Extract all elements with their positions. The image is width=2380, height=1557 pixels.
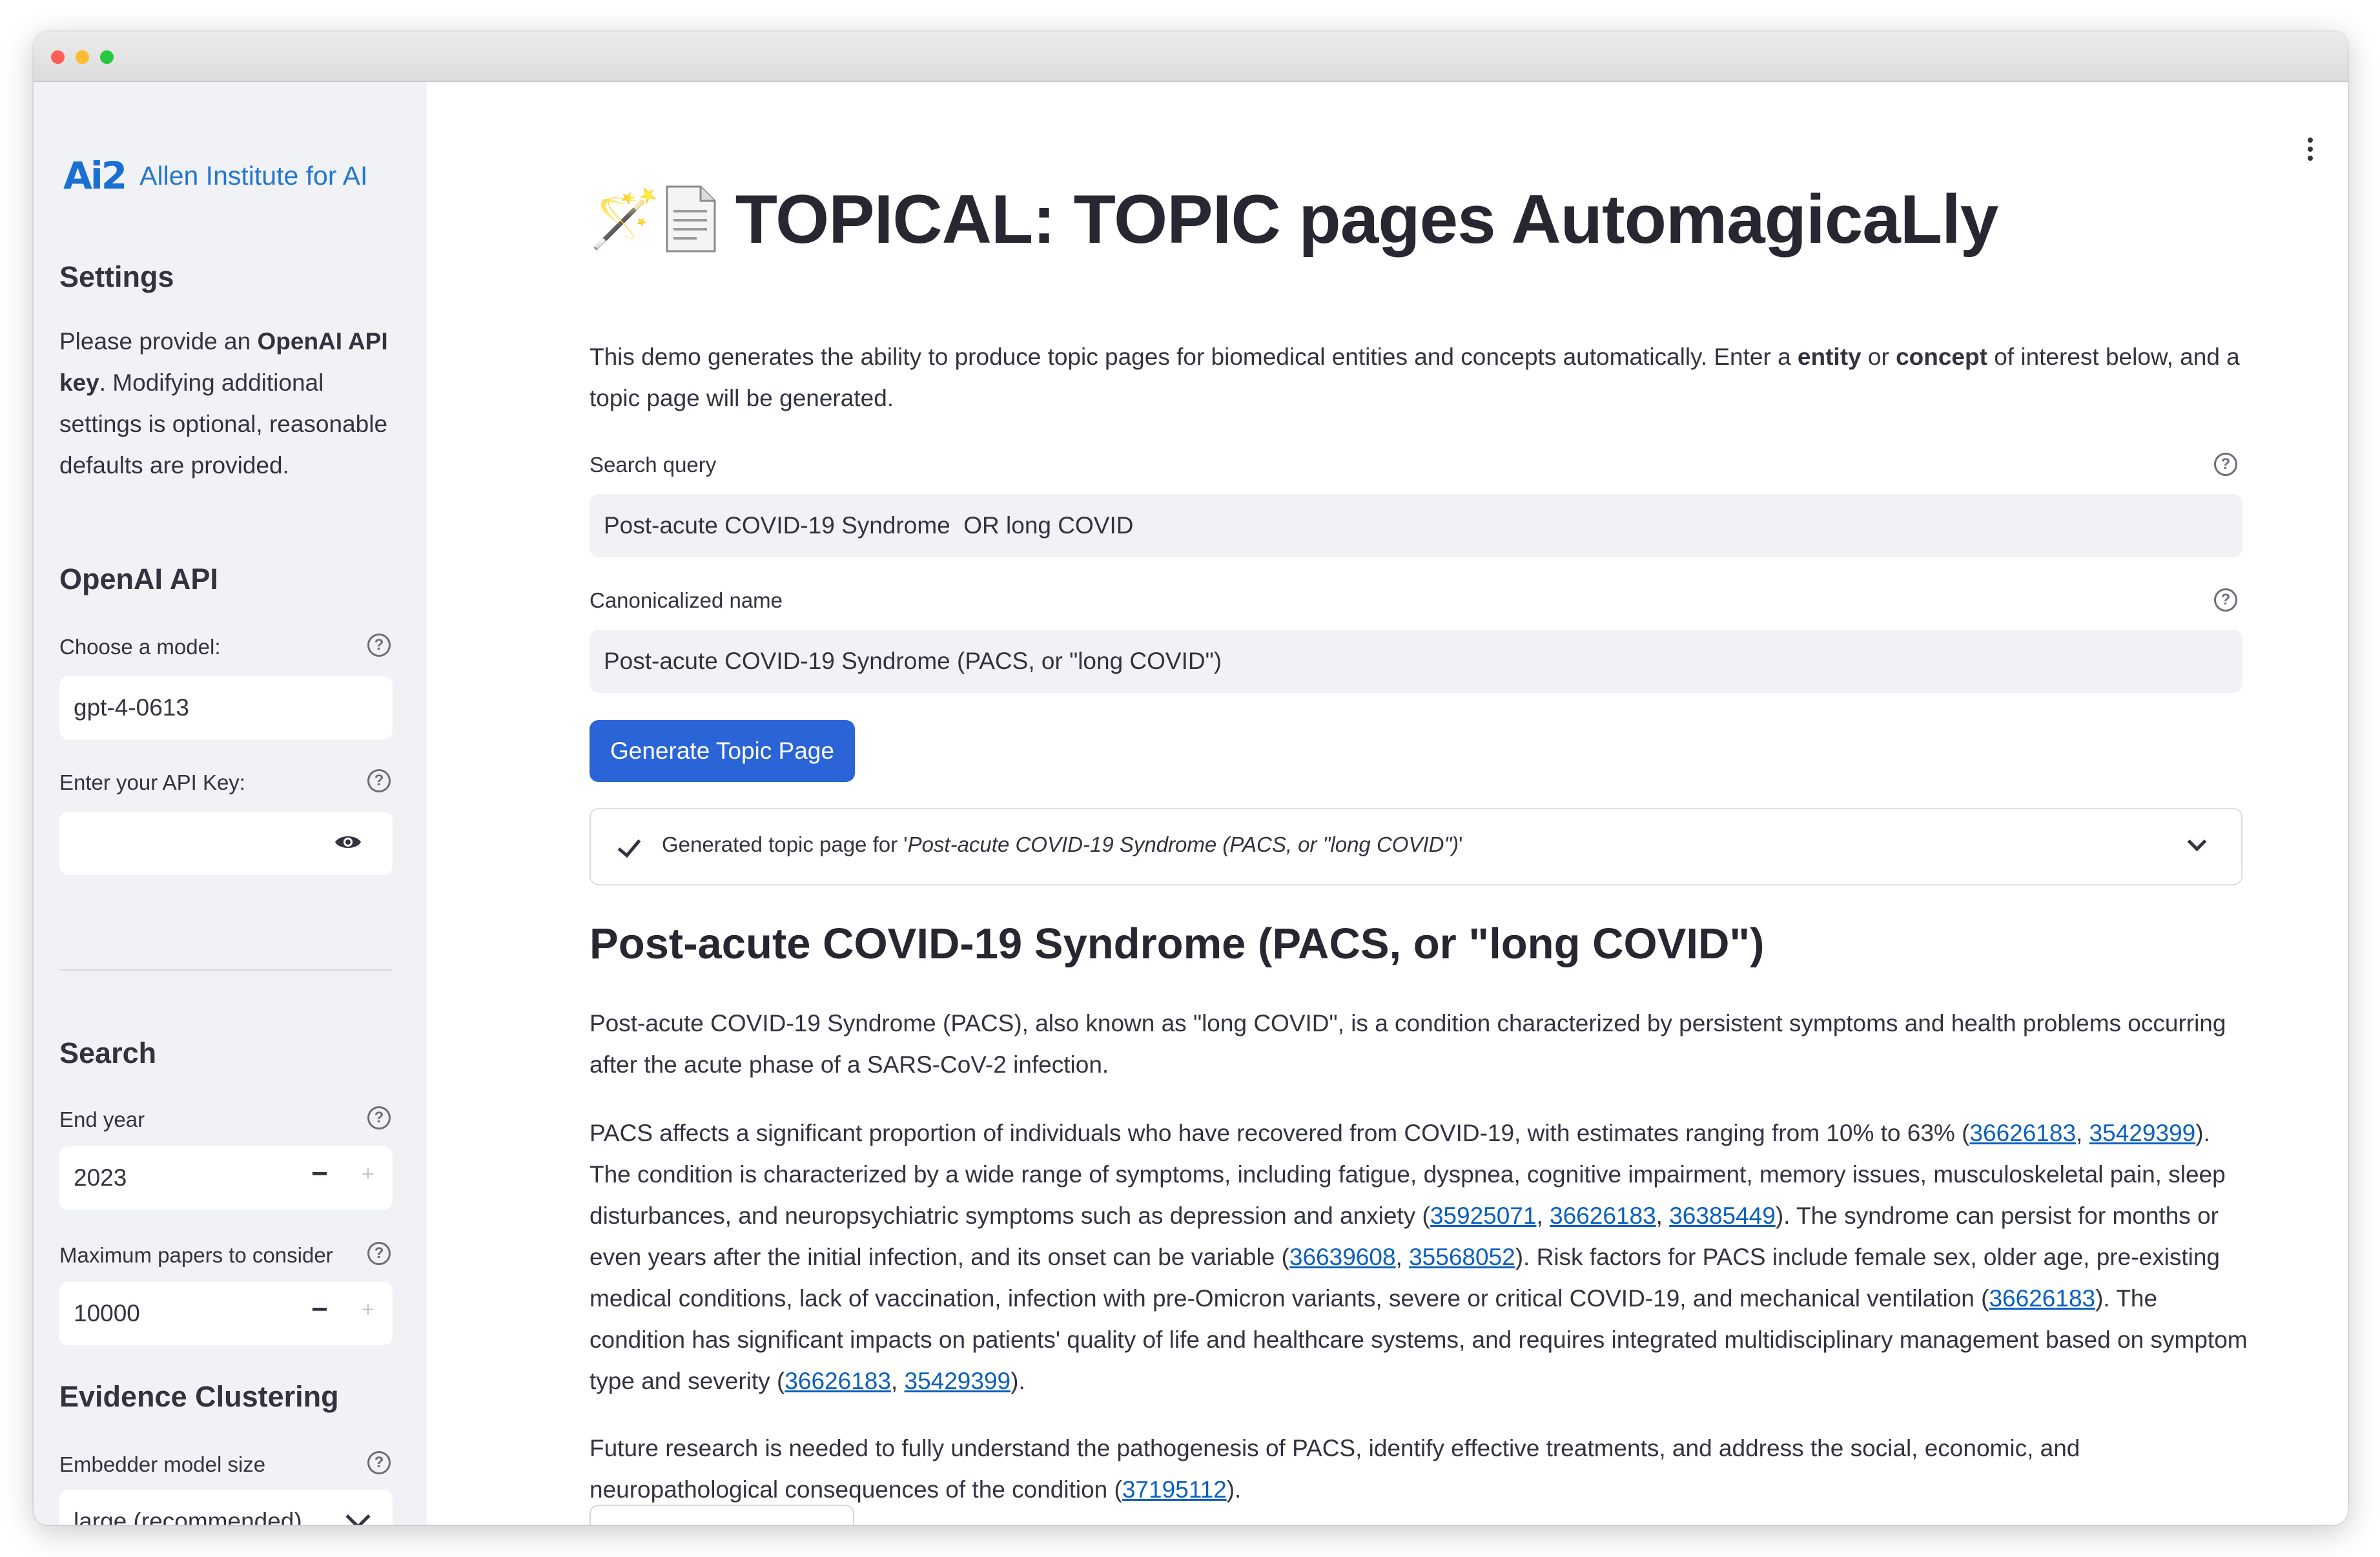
generated-topic-expander[interactable]: Generated topic page for 'Post-acute COV… [590,808,2242,885]
api-key-label: Enter your API Key: [59,770,245,794]
end-year-input[interactable]: 2023 [59,1146,393,1210]
para-text: PACS affects a significant proportion of… [590,1120,1970,1146]
expander-suffix: ' [1459,832,1463,856]
title-row: 🪄 TOPICAL: TOPIC pages AutomagicaLly [590,179,1998,259]
end-year-decrement-button[interactable]: − [311,1158,328,1190]
pubmed-link[interactable]: 36385449 [1669,1202,1776,1229]
show-password-eye-icon[interactable] [334,833,362,851]
document-icon [666,185,716,253]
openai-api-heading: OpenAI API [59,562,218,595]
pubmed-link[interactable]: 36626183 [1550,1202,1656,1229]
expander-prefix: Generated topic page for ' [662,832,908,856]
check-icon [617,833,641,858]
max-papers-increment-button[interactable]: + [362,1297,374,1323]
pubmed-link[interactable]: 35568052 [1409,1244,1515,1270]
settings-desc-text: Please provide an [59,328,258,355]
sidebar: Ai2 Allen Institute for AI Settings Plea… [34,82,427,1525]
chevron-down-icon [2187,832,2207,852]
search-heading: Search [59,1036,157,1069]
magic-wand-icon: 🪄 [590,186,661,251]
expander-label: Generated topic page for 'Post-acute COV… [662,832,1462,857]
logo-mark: Ai2 [63,154,127,198]
page-title: TOPICAL: TOPIC pages AutomagicaLly [735,180,1999,258]
canonicalized-name-label: Canonicalized name [590,588,783,612]
end-year-increment-button[interactable]: + [362,1162,374,1187]
intro-text: This demo generates the ability to produ… [590,336,2255,419]
model-label: Choose a model: [59,635,221,659]
end-year-value: 2023 [74,1164,127,1191]
generate-topic-page-button[interactable]: Generate Topic Page [590,720,855,782]
intro-bold-concept: concept [1896,344,1987,370]
pubmed-link[interactable]: 37195112 [1122,1476,1227,1503]
para-text: ). [1226,1476,1242,1503]
intro-text-2: or [1861,344,1896,370]
expander-topic-name: Post-acute COVID-19 Syndrome (PACS, or "… [907,832,1459,856]
max-papers-input[interactable]: 10000 [59,1282,393,1345]
close-window-button[interactable] [51,50,65,64]
window-titlebar [34,32,2348,82]
para-sep: , [1395,1244,1410,1270]
para-sep: , [1536,1202,1550,1229]
topic-paragraph-2: PACS affects a significant proportion of… [590,1113,2255,1402]
settings-desc-text-2: . Modifying additional settings is optio… [59,369,388,479]
pubmed-link[interactable]: 35429399 [2089,1120,2196,1146]
api-key-input[interactable] [59,812,393,875]
pubmed-link[interactable]: 36626183 [785,1368,891,1394]
intro-bold-entity: entity [1797,344,1862,370]
para-sep: , [2076,1120,2089,1146]
sidebar-divider [59,969,393,971]
search-query-help-icon[interactable]: ? [2214,453,2237,476]
canonicalized-name-input[interactable]: Post-acute COVID-19 Syndrome (PACS, or "… [590,630,2242,693]
max-papers-decrement-button[interactable]: − [311,1294,328,1326]
logo-text: Allen Institute for AI [139,160,368,191]
search-query-label: Search query [590,453,717,477]
para-text: ). [1010,1368,1025,1394]
model-input[interactable]: gpt-4-0613 [59,676,393,739]
model-help-icon[interactable]: ? [367,634,391,657]
pubmed-link[interactable]: 36639608 [1289,1244,1396,1270]
evidence-clustering-heading: Evidence Clustering [59,1380,339,1413]
embedder-label: Embedder model size [59,1452,266,1476]
zoom-window-button[interactable] [100,50,114,64]
para-sep: , [1656,1202,1670,1229]
embedder-value: large (recommended) [74,1508,302,1525]
ai2-logo[interactable]: Ai2 Allen Institute for AI [63,153,367,198]
pubmed-link[interactable]: 36626183 [1989,1285,2095,1312]
browser-window: Ai2 Allen Institute for AI Settings Plea… [34,32,2348,1525]
end-year-label: End year [59,1108,145,1131]
download-topic-page-button[interactable]: Download topic page [590,1505,854,1525]
api-key-help-icon[interactable]: ? [367,769,391,792]
topic-paragraph-3: Future research is needed to fully under… [590,1428,2255,1511]
minimize-window-button[interactable] [76,50,89,64]
chevron-down-icon [345,1504,371,1525]
end-year-help-icon[interactable]: ? [367,1106,391,1129]
para-text: Future research is needed to fully under… [590,1435,2080,1503]
topic-heading: Post-acute COVID-19 Syndrome (PACS, or "… [590,920,1765,968]
intro-text-1: This demo generates the ability to produ… [590,344,1798,370]
main-content: 🪄 TOPICAL: TOPIC pages AutomagicaLly Thi… [427,82,2348,1525]
pubmed-link[interactable]: 36626183 [1969,1120,2076,1146]
canonicalized-name-help-icon[interactable]: ? [2214,588,2237,612]
pubmed-link[interactable]: 35429399 [905,1368,1011,1394]
settings-description: Please provide an OpenAI API key. Modify… [59,321,395,486]
settings-heading: Settings [59,260,174,293]
max-papers-help-icon[interactable]: ? [367,1242,391,1265]
max-papers-label: Maximum papers to consider [59,1243,333,1267]
embedder-select[interactable]: large (recommended) [59,1490,393,1525]
topic-paragraph-1: Post-acute COVID-19 Syndrome (PACS), als… [590,1010,2226,1078]
para-sep: , [890,1368,905,1394]
more-options-icon[interactable] [2308,138,2314,165]
embedder-help-icon[interactable]: ? [367,1451,391,1474]
max-papers-value: 10000 [74,1300,140,1326]
search-query-input[interactable]: Post-acute COVID-19 Syndrome OR long COV… [590,494,2242,557]
pubmed-link[interactable]: 35925071 [1430,1202,1537,1229]
